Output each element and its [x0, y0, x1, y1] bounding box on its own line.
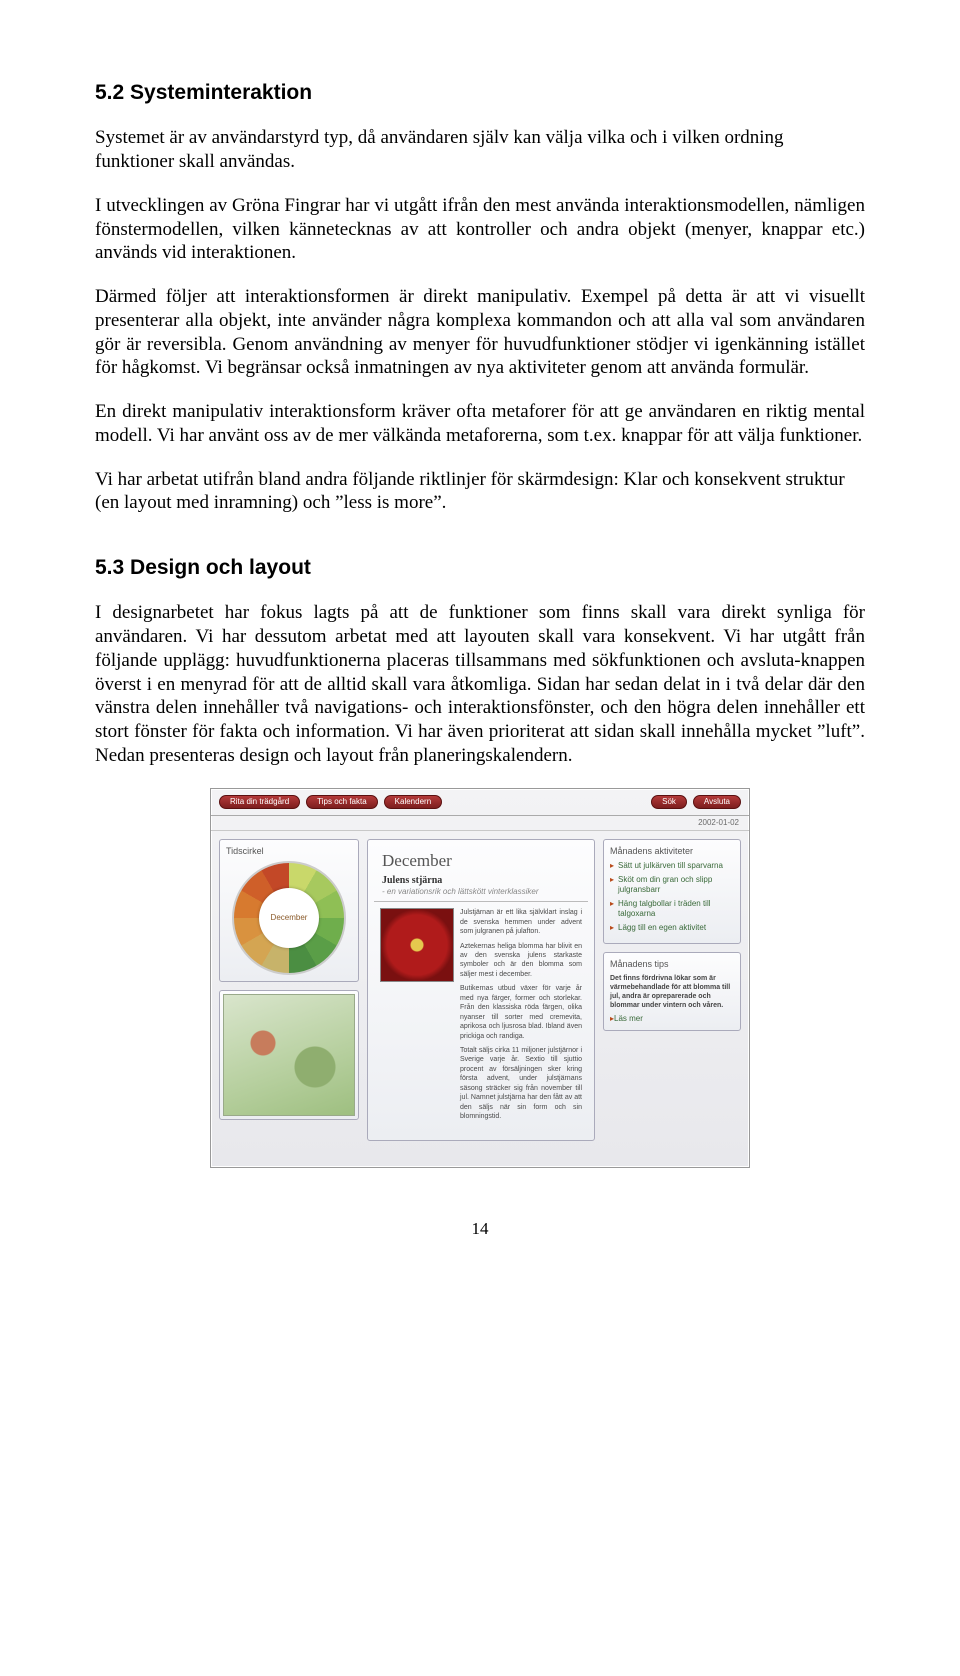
paragraph: I designarbetet har fokus lagts på att d… — [95, 601, 865, 767]
garden-image — [223, 994, 355, 1116]
activity-link[interactable]: Sätt ut julkärven till sparvarna — [610, 861, 734, 871]
paragraph: En direkt manipulativ interaktionsform k… — [95, 400, 865, 448]
menu-quit[interactable]: Avsluta — [693, 795, 741, 809]
menu-calendar[interactable]: Kalendern — [384, 795, 442, 809]
heading-design-layout: 5.3 Design och layout — [95, 555, 865, 581]
menu-tips-facts[interactable]: Tips och fakta — [306, 795, 378, 809]
menubar: Rita din trädgård Tips och fakta Kalende… — [211, 789, 749, 816]
article-para: Totalt säljs cirka 11 miljoner julstjärn… — [460, 1046, 582, 1122]
date-display: 2002-01-02 — [211, 816, 749, 831]
article-tagline: - en variationsrik och lättskött vinterk… — [382, 887, 580, 897]
screenshot-calendar: Rita din trädgård Tips och fakta Kalende… — [210, 788, 750, 1168]
panel-main-article: December Julens stjärna - en variationsr… — [367, 839, 595, 1141]
article-para: Butikernas utbud växer för varje år med … — [460, 984, 582, 1041]
activity-link[interactable]: Lägg till en egen aktivitet — [610, 923, 734, 933]
page-number: 14 — [95, 1218, 865, 1239]
paragraph: Systemet är av användarstyrd typ, då anv… — [95, 126, 865, 174]
paragraph: Vi har arbetat utifrån bland andra följa… — [95, 468, 865, 516]
article-para: Aztekernas heliga blomma har blivit en a… — [460, 942, 582, 980]
activity-link[interactable]: Sköt om din gran och slipp julgransbarr — [610, 875, 734, 895]
article-subtitle: Julens stjärna — [382, 875, 580, 888]
article-para: Julstjärnan är ett lika självklart insla… — [460, 908, 582, 936]
panel-time-circle: Tidscirkel — [219, 839, 359, 982]
panel-title: Månadens tips — [610, 959, 734, 970]
menu-draw-garden[interactable]: Rita din trädgård — [219, 795, 300, 809]
article-month-title: December — [382, 850, 580, 871]
article-body: Julstjärnan är ett lika självklart insla… — [460, 908, 582, 1126]
panel-month-tip: Månadens tips Det finns fördrivna lökar … — [603, 952, 741, 1032]
paragraph: Därmed följer att interaktionsformen är … — [95, 285, 865, 380]
paragraph: I utvecklingen av Gröna Fingrar har vi u… — [95, 194, 865, 265]
panel-month-activities: Månadens aktiviteter Sätt ut julkärven t… — [603, 839, 741, 944]
tip-text: Det finns fördrivna lökar som är värmebe… — [610, 974, 734, 1010]
panel-title: Månadens aktiviteter — [610, 846, 734, 857]
menu-search[interactable]: Sök — [651, 795, 687, 809]
article-image — [380, 908, 454, 982]
panel-garden-thumb[interactable] — [219, 990, 359, 1120]
read-more-link[interactable]: Läs mer — [610, 1014, 734, 1024]
month-wheel[interactable] — [232, 861, 346, 975]
activity-link[interactable]: Häng talgbollar i träden till talgoxarna — [610, 899, 734, 919]
heading-system-interaction: 5.2 Systeminteraktion — [95, 80, 865, 106]
panel-title: Tidscirkel — [226, 846, 352, 857]
